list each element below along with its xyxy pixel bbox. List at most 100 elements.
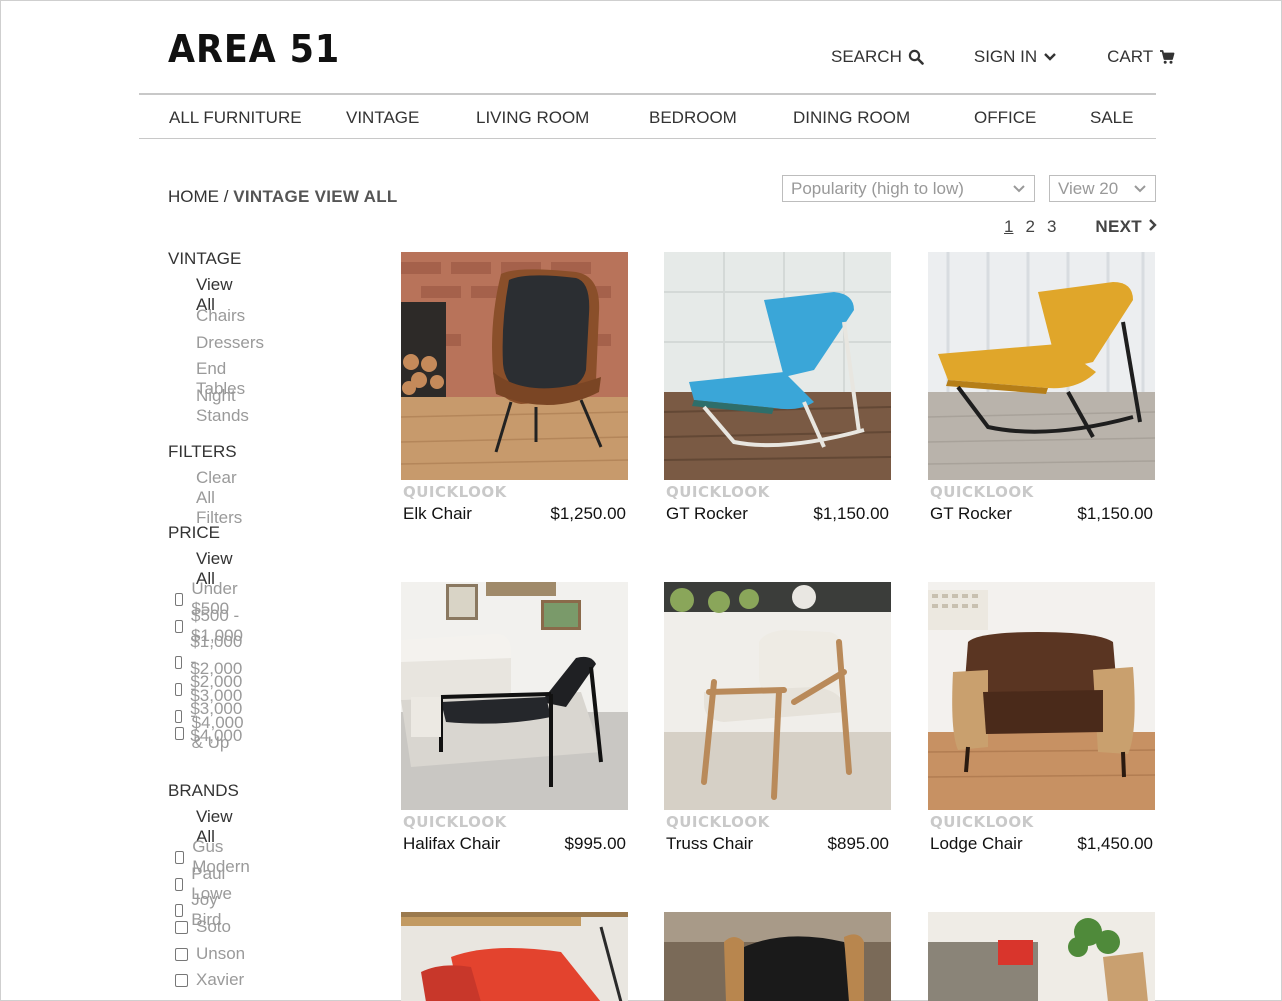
pagination: 1 2 3 NEXT: [1004, 217, 1157, 237]
nav-living-room[interactable]: LIVING ROOM: [476, 108, 589, 128]
checkbox[interactable]: [175, 920, 188, 934]
checkbox[interactable]: [175, 619, 183, 633]
product-card[interactable]: [928, 912, 1155, 1001]
checkbox[interactable]: [175, 877, 184, 891]
breadcrumb: HOME / VINTAGE VIEW ALL: [168, 187, 398, 207]
product-card[interactable]: [664, 912, 891, 1001]
product-name[interactable]: GT Rocker: [930, 504, 1012, 524]
brand-option[interactable]: Unson: [175, 944, 245, 964]
product-info: GT Rocker $1,150.00: [664, 504, 891, 524]
signin-label: SIGN IN: [973, 47, 1038, 66]
product-image[interactable]: [664, 912, 891, 1001]
nav-all-furniture[interactable]: ALL FURNITURE: [169, 108, 302, 128]
product-image[interactable]: [401, 912, 628, 1001]
per-page-select[interactable]: View 20: [1049, 175, 1156, 202]
next-page-link[interactable]: NEXT: [1095, 217, 1157, 237]
product-price: $1,250.00: [550, 504, 626, 523]
cart-link[interactable]: CART: [1107, 47, 1175, 67]
quicklook-link[interactable]: QUICKLOOK: [666, 483, 891, 501]
checkbox[interactable]: [175, 726, 184, 740]
nav-dining-room[interactable]: DINING ROOM: [793, 108, 910, 128]
product-price: $1,450.00: [1077, 834, 1153, 853]
cart-label: CART: [1107, 47, 1154, 66]
product-price: $895.00: [827, 834, 889, 853]
sort-select[interactable]: Popularity (high to low): [782, 175, 1035, 202]
quicklook-link[interactable]: QUICKLOOK: [403, 483, 628, 501]
nav-vintage[interactable]: VINTAGE: [346, 108, 419, 128]
product-price: $1,150.00: [813, 504, 889, 523]
vintage-item-dressers[interactable]: Dressers: [196, 333, 264, 353]
brand-option-label: Soto: [196, 917, 231, 936]
per-page-select-value: View 20: [1058, 178, 1119, 198]
price-heading: PRICE: [168, 523, 220, 542]
brand-option[interactable]: Soto: [175, 917, 231, 937]
brand-option-label: Unson: [196, 944, 246, 963]
search-link[interactable]: SEARCH: [831, 47, 924, 67]
product-name[interactable]: Halifax Chair: [403, 834, 500, 854]
quicklook-link[interactable]: QUICKLOOK: [930, 483, 1155, 501]
brand-option[interactable]: Xavier: [175, 970, 244, 990]
nav-bedroom[interactable]: BEDROOM: [649, 108, 737, 128]
product-card[interactable]: QUICKLOOK Elk Chair $1,250.00: [401, 252, 628, 524]
page-link-2[interactable]: 2: [1025, 217, 1034, 237]
brands-heading: BRANDS: [168, 781, 239, 800]
product-card[interactable]: QUICKLOOK GT Rocker $1,150.00: [664, 252, 891, 524]
product-image[interactable]: [664, 252, 891, 480]
nav-divider: [139, 138, 1156, 139]
breadcrumb-home[interactable]: HOME: [168, 187, 219, 206]
page-link-1[interactable]: 1: [1004, 217, 1013, 237]
quicklook-link[interactable]: QUICKLOOK: [666, 813, 891, 831]
product-image[interactable]: [401, 582, 628, 810]
vintage-item-chairs[interactable]: Chairs: [196, 306, 245, 326]
next-page-label: NEXT: [1095, 217, 1142, 236]
quicklook-link[interactable]: QUICKLOOK: [403, 813, 628, 831]
vintage-heading: VINTAGE: [168, 249, 242, 268]
breadcrumb-current: VINTAGE VIEW ALL: [233, 187, 398, 206]
product-card[interactable]: QUICKLOOK Lodge Chair $1,450.00: [928, 582, 1155, 854]
signin-link[interactable]: SIGN IN: [974, 47, 1057, 67]
site-logo[interactable]: AREA 51: [168, 27, 340, 71]
brand-option-label: Xavier: [196, 970, 245, 989]
clear-filters-link[interactable]: Clear All Filters: [196, 468, 242, 528]
sort-select-value: Popularity (high to low): [791, 178, 964, 198]
nav-sale[interactable]: SALE: [1090, 108, 1133, 128]
product-info: Elk Chair $1,250.00: [401, 504, 628, 524]
cart-icon: [1159, 49, 1175, 65]
product-name[interactable]: Lodge Chair: [930, 834, 1023, 854]
product-card[interactable]: QUICKLOOK Truss Chair $895.00: [664, 582, 891, 854]
chevron-down-icon: [1133, 179, 1147, 199]
product-image[interactable]: [928, 252, 1155, 480]
checkbox[interactable]: [175, 850, 185, 864]
product-image[interactable]: [401, 252, 628, 480]
product-info: GT Rocker $1,150.00: [928, 504, 1155, 524]
header-divider: [139, 93, 1156, 95]
checkbox[interactable]: [175, 947, 188, 961]
product-card[interactable]: [401, 912, 628, 1001]
product-image[interactable]: [928, 912, 1155, 1001]
filters-heading: FILTERS: [168, 442, 237, 461]
checkbox[interactable]: [175, 903, 184, 917]
product-image[interactable]: [928, 582, 1155, 810]
product-card[interactable]: QUICKLOOK GT Rocker $1,150.00: [928, 252, 1155, 524]
vintage-item-night-stands[interactable]: Night Stands: [196, 386, 249, 426]
product-name[interactable]: GT Rocker: [666, 504, 748, 524]
quicklook-link[interactable]: QUICKLOOK: [930, 813, 1155, 831]
checkbox[interactable]: [175, 592, 184, 606]
product-name[interactable]: Elk Chair: [403, 504, 472, 524]
product-image[interactable]: [664, 582, 891, 810]
page-link-3[interactable]: 3: [1047, 217, 1056, 237]
category-nav: ALL FURNITURE VINTAGE LIVING ROOM BEDROO…: [139, 108, 1156, 130]
checkbox[interactable]: [175, 973, 188, 987]
chevron-down-icon: [1012, 179, 1026, 199]
product-card[interactable]: QUICKLOOK Halifax Chair $995.00: [401, 582, 628, 854]
product-info: Lodge Chair $1,450.00: [928, 834, 1155, 854]
utility-nav: SEARCH SIGN IN CART: [831, 47, 1175, 67]
product-name[interactable]: Truss Chair: [666, 834, 753, 854]
nav-office[interactable]: OFFICE: [974, 108, 1036, 128]
product-info: Truss Chair $895.00: [664, 834, 891, 854]
product-price: $995.00: [564, 834, 626, 853]
price-option[interactable]: $4,000 & Up: [175, 713, 248, 753]
chevron-right-icon: [1148, 217, 1157, 237]
product-info: Halifax Chair $995.00: [401, 834, 628, 854]
breadcrumb-separator: /: [223, 187, 229, 206]
